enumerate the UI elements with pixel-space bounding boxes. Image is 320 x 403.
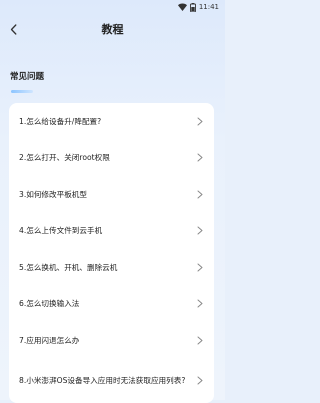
faq-item-8[interactable]: 8.小米澎湃OS设备导入应用时无法获取应用列表?: [9, 359, 214, 403]
faq-item-2[interactable]: 2.怎么打开、关闭root权限: [9, 140, 214, 177]
chevron-left-icon: [10, 20, 17, 39]
faq-item-label: 8.小米澎湃OS设备导入应用时无法获取应用列表?: [19, 376, 186, 385]
section-title: 常见问题: [10, 72, 45, 82]
faq-item-label: 6.怎么切换输入法: [19, 299, 80, 309]
chevron-right-icon: [196, 262, 204, 272]
chevron-right-icon: [196, 299, 204, 309]
faq-item-label: 1.怎么给设备升/降配置?: [19, 116, 102, 126]
back-button[interactable]: [6, 20, 20, 38]
faq-item-6[interactable]: 6.怎么切换输入法: [9, 286, 214, 323]
faq-list: 1.怎么给设备升/降配置? 2.怎么打开、关闭root权限 3.如何修改平板机型…: [9, 103, 214, 403]
chevron-right-icon: [196, 116, 204, 126]
chevron-right-icon: [196, 335, 204, 345]
wifi-icon: [177, 3, 187, 11]
status-bar: 11:41: [0, 0, 225, 14]
faq-item-1[interactable]: 1.怎么给设备升/降配置?: [9, 103, 214, 140]
faq-item-5[interactable]: 5.怎么换机、开机、删除云机: [9, 249, 214, 286]
section-underline: [11, 90, 33, 93]
header: 教程: [0, 18, 225, 40]
faq-item-label: 5.怎么换机、开机、删除云机: [19, 262, 118, 272]
page-title: 教程: [101, 23, 124, 36]
faq-item-7[interactable]: 7.应用闪退怎么办: [9, 322, 214, 359]
battery-icon: [189, 2, 196, 12]
faq-item-3[interactable]: 3.如何修改平板机型: [9, 176, 214, 213]
faq-item-label: 2.怎么打开、关闭root权限: [19, 153, 110, 163]
faq-item-label: 7.应用闪退怎么办: [19, 335, 80, 345]
faq-item-label: 3.如何修改平板机型: [19, 189, 87, 199]
chevron-right-icon: [196, 226, 204, 236]
faq-item-label: 4.怎么上传文件到云手机: [19, 226, 103, 236]
chevron-right-icon: [196, 376, 204, 386]
chevron-right-icon: [196, 189, 204, 199]
status-time: 11:41: [198, 3, 219, 11]
chevron-right-icon: [196, 153, 204, 163]
faq-item-4[interactable]: 4.怎么上传文件到云手机: [9, 213, 214, 250]
